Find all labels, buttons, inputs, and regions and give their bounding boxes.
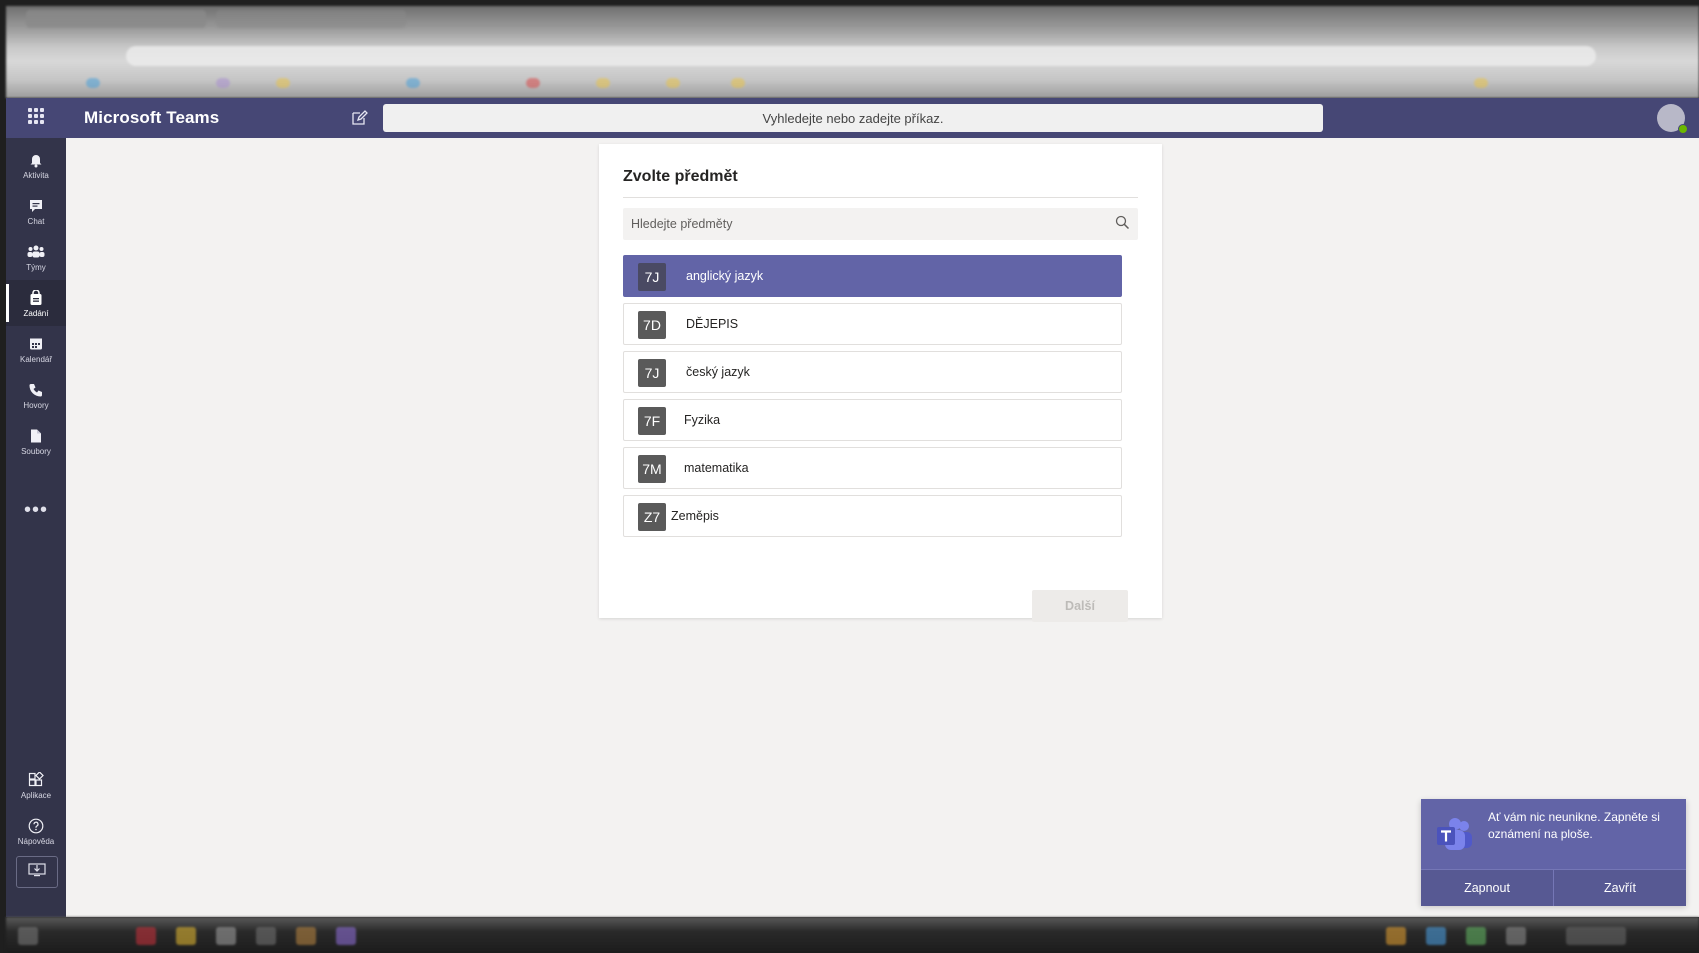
teams-icon	[27, 243, 45, 261]
taskbar-app-icon	[336, 927, 356, 945]
rail-item-label: Kalendář	[19, 354, 53, 364]
teams-logo-icon	[1435, 815, 1475, 855]
choose-subject-dialog: Zvolte předmět Hledejte předměty 7J angl…	[599, 144, 1162, 622]
rail-item-apps[interactable]: Aplikace	[6, 762, 66, 808]
rail-item-label: Hovory	[23, 400, 49, 410]
rail-item-label: Aktivita	[23, 170, 49, 180]
bell-icon	[27, 151, 45, 169]
subject-item[interactable]: 7M matematika	[623, 447, 1122, 489]
tray-icon	[1426, 927, 1446, 945]
rail-item-calls[interactable]: Hovory	[6, 372, 66, 418]
bookmark-icon	[216, 78, 230, 88]
subject-badge: 7J	[638, 359, 666, 387]
subject-name: anglický jazyk	[686, 269, 764, 283]
rail-item-teams[interactable]: Týmy	[6, 234, 66, 280]
download-icon	[28, 862, 46, 883]
browser-tab	[26, 10, 206, 28]
taskbar-app-icon	[296, 927, 316, 945]
calendar-icon	[27, 335, 45, 353]
top-bar: Microsoft Teams Vyhledejte nebo zadejte …	[6, 98, 1699, 138]
subject-name: český jazyk	[686, 365, 750, 379]
rail-item-assignments[interactable]: Zadání	[6, 280, 66, 326]
assignments-icon	[27, 289, 45, 307]
bookmark-icon	[731, 78, 745, 88]
toast-message: Ať vám nic neunikne. Zapněte si oznámení…	[1488, 810, 1660, 841]
rail-item-label: Zadání	[23, 308, 49, 318]
dialog-title: Zvolte předmět	[623, 168, 738, 185]
files-icon	[27, 427, 45, 445]
bookmark-icon	[406, 78, 420, 88]
divider	[623, 197, 1138, 198]
app-bar: Aktivita Chat Týmy Zadání Kalendář Hovor…	[6, 138, 66, 917]
subject-item[interactable]: 7J anglický jazyk	[623, 255, 1122, 297]
subject-badge: 7F	[638, 407, 666, 435]
bookmark-icon	[276, 78, 290, 88]
app-title: Microsoft Teams	[84, 108, 220, 127]
subject-search-placeholder: Hledejte předměty	[631, 217, 733, 231]
taskbar-app-icon	[256, 927, 276, 945]
tray-icon	[1506, 927, 1526, 945]
presence-status-icon	[1678, 124, 1688, 134]
taskbar-app-icon	[216, 927, 236, 945]
taskbar-app-icon	[18, 927, 38, 945]
taskbar-app-icon	[176, 927, 196, 945]
subject-item[interactable]: 7F Fyzika	[623, 399, 1122, 441]
subject-badge: 7J	[638, 263, 666, 291]
phone-icon	[27, 381, 45, 399]
rail-item-files[interactable]: Soubory	[6, 418, 66, 464]
rail-item-label: Nápověda	[17, 836, 55, 846]
new-chat-icon[interactable]	[350, 109, 368, 127]
rail-item-label: Aplikace	[20, 790, 52, 800]
rail-item-activity[interactable]: Aktivita	[6, 142, 66, 188]
bookmark-icon	[86, 78, 100, 88]
download-app-button[interactable]	[16, 856, 58, 888]
rail-item-chat[interactable]: Chat	[6, 188, 66, 234]
next-button[interactable]: Další	[1032, 590, 1128, 622]
rail-item-label: Soubory	[21, 446, 51, 456]
chat-icon	[27, 197, 45, 215]
bookmark-icon	[526, 78, 540, 88]
rail-item-label: Týmy	[26, 262, 46, 272]
notification-toast: Ať vám nic neunikne. Zapněte si oznámení…	[1421, 799, 1686, 906]
rail-item-label: Chat	[27, 216, 45, 226]
app-launcher-icon[interactable]	[28, 108, 44, 124]
browser-chrome	[6, 6, 1699, 98]
subject-badge: 7D	[638, 311, 666, 339]
subject-name: DĚJEPIS	[686, 317, 739, 331]
bookmark-icon	[596, 78, 610, 88]
command-search-input[interactable]: Vyhledejte nebo zadejte příkaz.	[383, 104, 1323, 132]
tray-icon	[1466, 927, 1486, 945]
subject-item[interactable]: 7D DĚJEPIS	[623, 303, 1122, 345]
tray-icon	[1386, 927, 1406, 945]
more-apps-icon[interactable]: •••	[6, 498, 66, 522]
browser-address-bar	[126, 46, 1596, 66]
clock	[1566, 927, 1626, 945]
os-taskbar	[6, 917, 1699, 953]
subject-badge: Z7	[638, 503, 666, 531]
teams-window: Microsoft Teams Vyhledejte nebo zadejte …	[6, 98, 1699, 917]
subject-name: Zeměpis	[671, 509, 719, 523]
toast-actions: Zapnout Zavřít	[1421, 869, 1686, 906]
subject-name: matematika	[684, 461, 749, 475]
apps-icon	[27, 771, 45, 789]
subject-badge: 7M	[638, 455, 666, 483]
bookmark-icon	[666, 78, 680, 88]
subject-item[interactable]: 7J český jazyk	[623, 351, 1122, 393]
enable-notifications-button[interactable]: Zapnout	[1421, 870, 1553, 906]
command-search-placeholder: Vyhledejte nebo zadejte příkaz.	[762, 110, 944, 126]
taskbar-app-icon	[136, 927, 156, 945]
search-icon[interactable]	[1115, 215, 1130, 235]
subject-item[interactable]: Z7 Zeměpis	[623, 495, 1122, 537]
rail-item-help[interactable]: Nápověda	[6, 808, 66, 854]
subject-name: Fyzika	[684, 413, 721, 427]
rail-item-calendar[interactable]: Kalendář	[6, 326, 66, 372]
help-icon	[27, 817, 45, 835]
close-toast-button[interactable]: Zavřít	[1553, 870, 1686, 906]
browser-tab	[216, 10, 406, 28]
subject-search-input[interactable]: Hledejte předměty	[623, 208, 1138, 240]
bookmark-icon	[1474, 78, 1488, 88]
